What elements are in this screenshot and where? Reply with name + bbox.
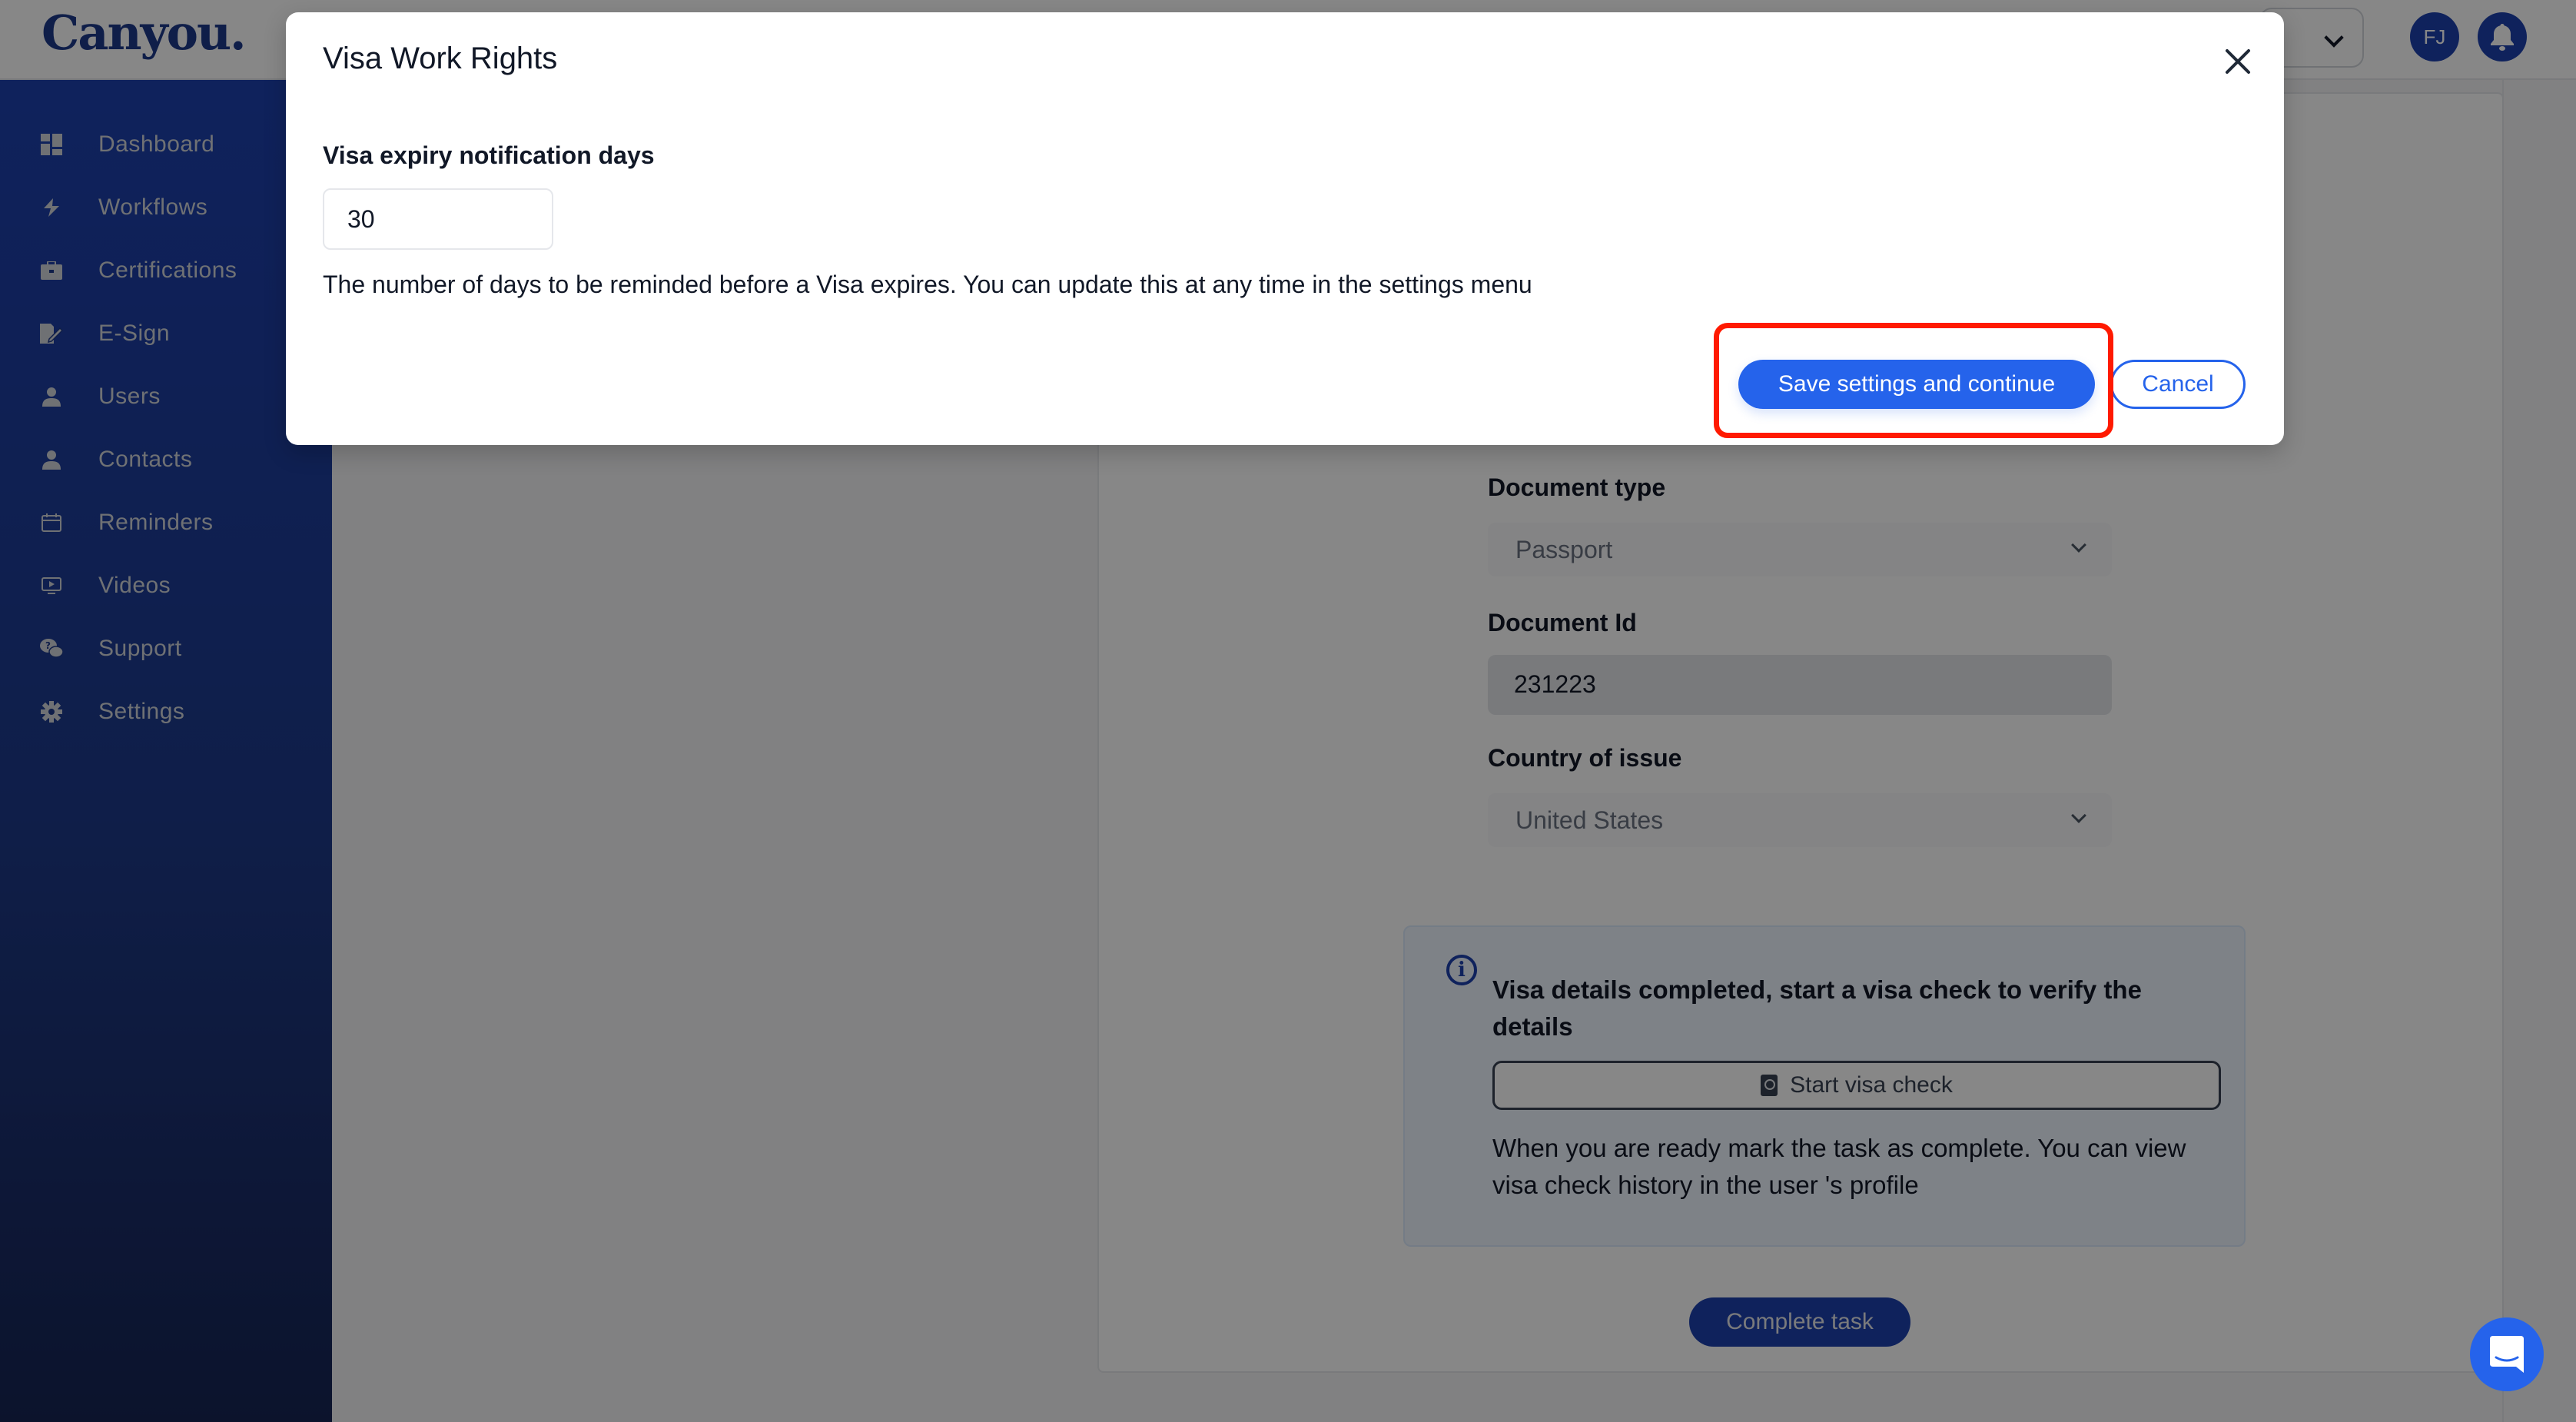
- save-settings-button[interactable]: Save settings and continue: [1738, 360, 2095, 409]
- visa-expiry-days-label: Visa expiry notification days: [323, 141, 655, 169]
- close-button[interactable]: [2216, 40, 2259, 83]
- cancel-button[interactable]: Cancel: [2110, 360, 2246, 409]
- visa-expiry-days-help: The number of days to be reminded before…: [323, 271, 1532, 298]
- chat-icon: [2490, 1336, 2524, 1373]
- close-icon: [2226, 49, 2250, 74]
- chat-launcher-button[interactable]: [2470, 1317, 2544, 1391]
- visa-expiry-days-input[interactable]: [323, 188, 553, 250]
- modal-title: Visa Work Rights: [323, 42, 558, 75]
- visa-work-rights-modal: Visa Work Rights Visa expiry notificatio…: [286, 12, 2284, 445]
